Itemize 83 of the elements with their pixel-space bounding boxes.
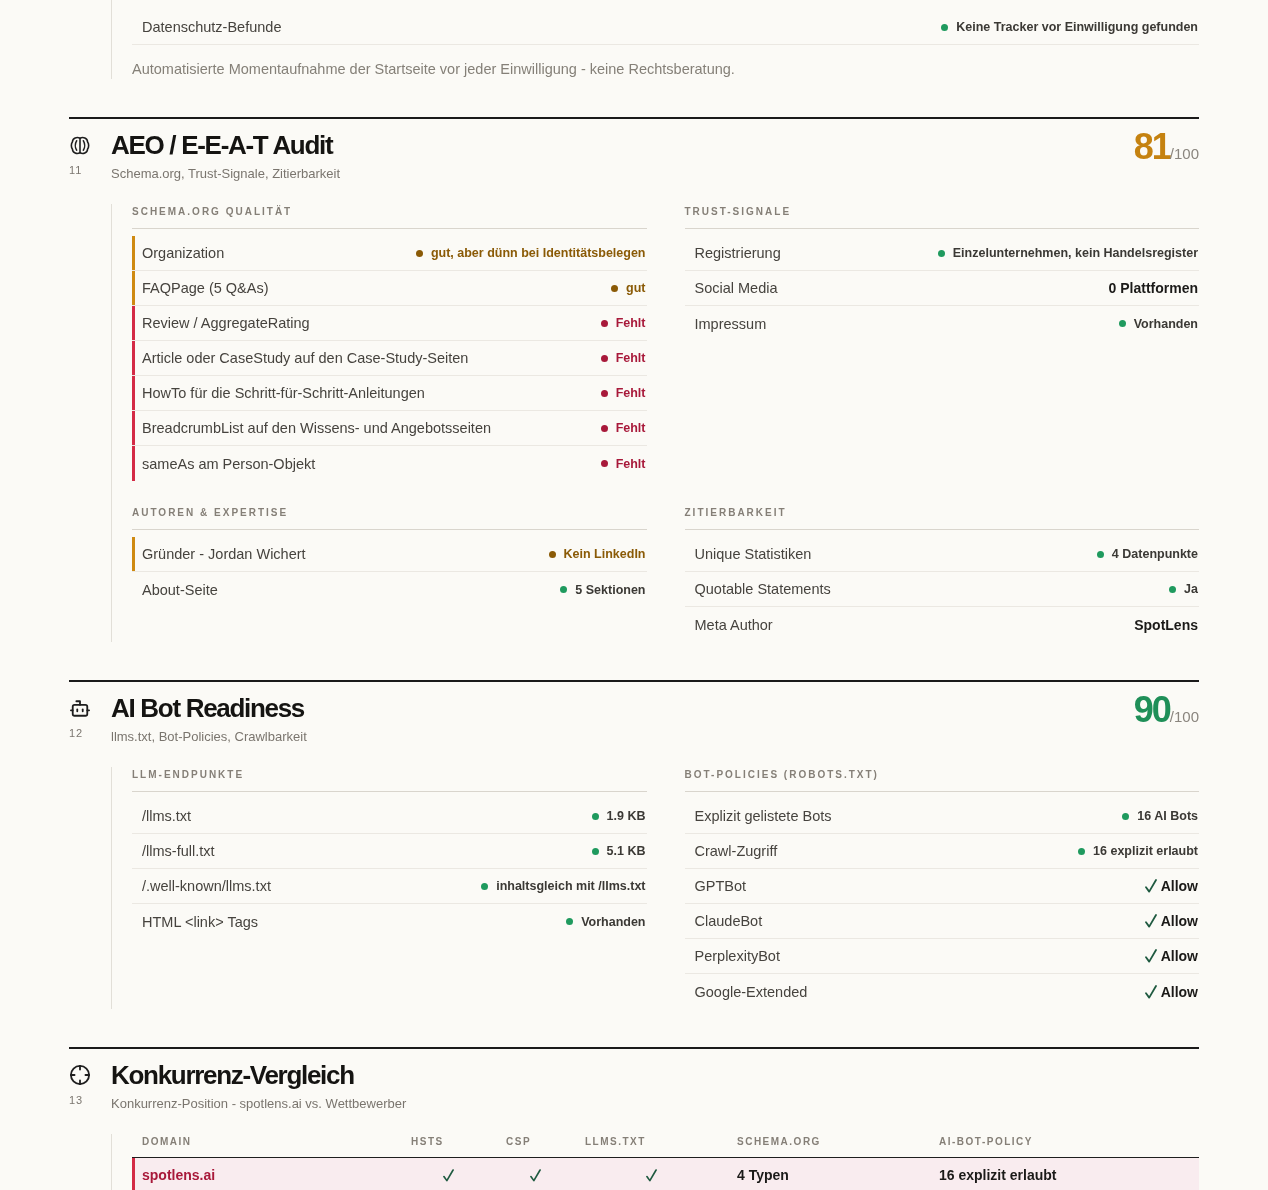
finding-label: Google-Extended [693,982,808,1001]
status-text: Einzelunternehmen, kein Handelsregister [952,245,1198,261]
finding-label: FAQPage (5 Q&As) [141,279,269,297]
group-heading: TRUST-SIGNALE [684,204,1199,229]
status-text: Kein LinkedIn [563,546,646,562]
finding-label: HowTo für die Schritt-für-Schritt-Anleitungen [141,384,425,402]
status-text: Fehlt [615,455,646,472]
finding-label: PerplexityBot [693,947,780,965]
robot-icon [70,699,90,717]
finding-label: Article oder CaseStudy auf den Case-Study-Seiten [141,349,469,367]
section-number: 11 [69,163,83,177]
column-header: DOMAIN [141,1135,193,1149]
group-heading: SCHEMA.ORG QUALITÄT [132,204,647,229]
finding-label: Gründer - Jordan Wichert [141,545,306,563]
status-text: Fehlt [615,315,646,331]
finding-label: Explizit gelistete Bots [693,807,832,825]
finding-label: Registrierung [693,244,781,262]
crosshair-icon [70,1065,90,1085]
section-title: AI Bot Readiness [111,692,305,724]
disclaimer-note: Automatisierte Momentaufnahme der Startseite vor jeder Einwilligung - keine Rechtsberatung. [132,60,736,79]
finding-label: Social Media [693,279,778,297]
status-text: 1.9 KB [606,808,646,824]
finding-label: /llms.txt [141,807,192,825]
column-header: SCHEMA.ORG [736,1135,822,1149]
group-heading: AUTOREN & EXPERTISE [132,505,647,530]
finding-label: About-Seite [141,580,218,599]
finding-label: Impressum [693,314,767,333]
score-value: 90 [1133,690,1170,730]
finding-label: ClaudeBot [693,912,763,930]
result-value: Allow [1160,877,1198,895]
finding-label: /llms-full.txt [141,842,215,860]
finding-label: Datenschutz-Befunde [141,18,282,36]
status-text: Fehlt [615,350,646,366]
finding-label: Crawl-Zugriff [693,842,778,860]
section-title: AEO / E-E-A-T Audit [111,129,333,161]
status-text: 16 explizit erlaubt [1093,843,1198,859]
result-value: Allow [1160,982,1198,1001]
table-cell: 4 Typen [737,1166,789,1184]
finding-label: BreadcrumbList auf den Wissens- und Angebotsseiten [141,419,491,437]
status-text: 16 AI Bots [1137,808,1198,824]
result-value: Allow [1160,912,1198,930]
status-text: gut, aber dünn bei Identitätsbelegen [430,245,646,261]
section-subtitle: Schema.org, Trust-Signale, Zitierbarkeit [111,165,341,183]
brain-icon [70,135,90,155]
status-text: 5.1 KB [606,843,646,859]
result-value: Allow [1160,947,1198,965]
status-text: Fehlt [615,420,646,436]
column-header: LLMS.TXT [584,1135,647,1149]
status-text: 5 Sektionen [575,581,646,598]
group-heading: ZITIERBARKEIT [684,505,1199,530]
status-text: 4 Datenpunkte [1111,546,1198,562]
group-heading: BOT-POLICIES (ROBOTS.TXT) [684,767,1199,792]
score-value: 81 [1133,127,1170,167]
column-header: CSP [505,1135,533,1149]
status-text: Vorhanden [1133,315,1198,332]
status-text: Keine Tracker vor Einwilligung gefunden [956,19,1198,35]
status-text: gut [626,280,646,296]
status-text: Ja [1184,581,1198,597]
finding-label: sameAs am Person-Objekt [141,454,316,473]
status-text: inhaltsgleich mit /llms.txt [496,878,646,894]
section-title: Konkurrenz-Vergleich [111,1059,354,1091]
section-subtitle: llms.txt, Bot-Policies, Crawlbarkeit [111,728,307,746]
score-max: /100 [1169,145,1199,163]
column-header: AI-BOT-POLICY [938,1135,1034,1149]
table-cell: 16 explizit erlaubt [939,1166,1057,1184]
column-header: HSTS [410,1135,445,1149]
result-value: 0 Plattformen [1108,279,1198,297]
finding-label: Organization [141,244,225,262]
finding-label: Review / AggregateRating [141,314,310,332]
finding-label: Quotable Statements [693,580,831,598]
finding-label: /.well-known/llms.txt [141,877,271,895]
result-value: SpotLens [1134,615,1198,634]
section-number: 13 [69,1093,84,1107]
section-number: 12 [69,726,84,740]
finding-label: Unique Statistiken [693,545,812,563]
table-cell: spotlens.ai [142,1166,216,1184]
section-subtitle: Konkurrenz-Position - spotlens.ai vs. Wettbewerber [111,1095,407,1113]
status-text: Fehlt [615,385,646,401]
group-heading: LLM-ENDPUNKTE [132,767,647,792]
finding-label: HTML <link> Tags [141,912,259,931]
finding-label: GPTBot [693,877,747,895]
finding-label: Meta Author [693,615,773,634]
status-text: Vorhanden [581,913,646,930]
